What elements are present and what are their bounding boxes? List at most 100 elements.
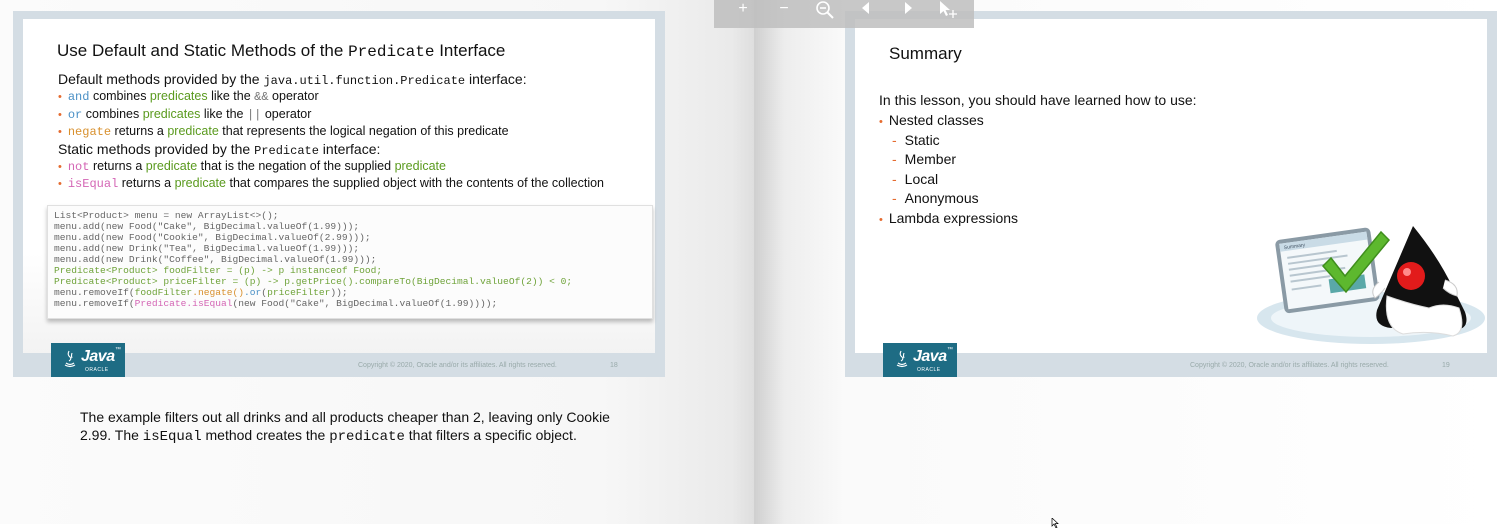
code-line: menu.add(new Drink("Coffee", BigDecimal.… (54, 254, 377, 265)
bullet-dot-icon: • (58, 91, 62, 103)
select-tool-button[interactable] (934, 0, 962, 28)
code-token: priceFilter (267, 287, 331, 298)
trademark: ™ (947, 347, 953, 353)
keyword-predicate: predicate (145, 159, 198, 173)
keyword-predicate: predicate (167, 124, 219, 138)
arrow-right-icon (905, 2, 912, 14)
code-line: List<Product> menu = new ArrayList<>(); (54, 210, 279, 221)
slide-title: Use Default and Static Methods of the Pr… (57, 41, 505, 61)
code-token: foodFilter (134, 287, 193, 298)
keyword: and (67, 90, 90, 104)
slide-number: 18 (610, 362, 618, 369)
mouse-pointer-icon (1051, 518, 1059, 528)
code-listing: List<Product> menu = new ArrayList<>(); … (47, 205, 653, 319)
heading-text: Static methods provided by the (58, 141, 255, 157)
bullet-dot-icon: • (879, 116, 883, 128)
code-line: Predicate<Product> priceFilter = (p) -> … (54, 276, 573, 287)
keyword: not (67, 160, 90, 174)
text: returns a (89, 159, 146, 173)
code-text: menu.removeIf( (54, 287, 135, 298)
zoom-in-button[interactable]: + (729, 0, 757, 28)
operator: || (246, 108, 262, 122)
item-text: Static (904, 132, 940, 148)
summary-item-lambda: • Lambda expressions (879, 210, 1018, 226)
previous-page-button[interactable] (853, 0, 881, 28)
notes-code: predicate (329, 429, 405, 445)
code-token: .or (244, 287, 262, 298)
copyright-text: Copyright © 2020, Oracle and/or its affi… (1190, 362, 1389, 369)
text: combines (82, 107, 143, 121)
summary-subitem: - Member (892, 151, 956, 167)
text: that is the negation of the supplied (197, 159, 395, 173)
notes-code: isEqual (142, 429, 202, 445)
code-line: menu.add(new Drink("Tea", BigDecimal.val… (54, 243, 360, 254)
text: that represents the logical negation of … (218, 124, 509, 138)
heading-code: java.util.function.Predicate (263, 74, 466, 88)
java-wordmark: Java (81, 348, 115, 365)
default-methods-heading: Default methods provided by the java.uti… (58, 71, 527, 88)
slide-18-content: Use Default and Static Methods of the Pr… (23, 19, 655, 353)
heading-text-end: interface: (318, 141, 381, 157)
heading-code: Predicate (254, 144, 319, 158)
title-code: Predicate (348, 43, 435, 61)
keyword: or (67, 108, 83, 122)
notes-text: that filters a specific object. (404, 427, 577, 443)
keyword: negate (67, 125, 112, 139)
dash-icon: - (892, 151, 897, 167)
code-token: Predicate.isEqual (134, 298, 233, 309)
slide-18: Use Default and Static Methods of the Pr… (13, 11, 665, 377)
bullet-or: • or combines predicates like the || oper… (58, 107, 311, 122)
zoom-out-button[interactable]: − (770, 0, 798, 28)
zoom-fit-button[interactable] (811, 0, 839, 28)
java-cup-icon (896, 350, 908, 368)
operator: && (254, 90, 269, 104)
text: returns a (111, 124, 168, 138)
code-line: menu.removeIf(foodFilter.negate().or(pri… (54, 287, 348, 298)
summary-item-nested-classes: • Nested classes (879, 112, 984, 128)
keyword-predicates: predicates (142, 107, 201, 121)
pointer-move-icon (940, 1, 957, 18)
dash-icon: - (892, 190, 897, 206)
heading-text-end: interface: (465, 71, 527, 87)
bullet-dot-icon: • (58, 178, 62, 190)
code-line: menu.add(new Food("Cookie", BigDecimal.v… (54, 232, 371, 243)
java-logo: Java ™ ORACLE (883, 343, 957, 377)
summary-subitem: - Local (892, 171, 938, 187)
slide-number: 19 (1442, 362, 1450, 369)
item-text: Member (904, 151, 957, 167)
viewer-toolbar: + − (714, 0, 974, 28)
copyright-text: Copyright © 2020, Oracle and/or its affi… (358, 362, 557, 369)
next-page-button[interactable] (893, 0, 921, 28)
bullet-not: • not returns a predicate that is the neg… (58, 159, 446, 174)
item-text: Nested classes (888, 112, 984, 128)
duke-checkmark-illustration: Summary (1257, 226, 1485, 344)
code-line: Predicate<Product> foodFilter = (p) -> p… (54, 265, 383, 276)
code-line: menu.removeIf(Predicate.isEqual(new Food… (54, 298, 497, 309)
code-line: menu.add(new Food("Cake", BigDecimal.val… (54, 221, 360, 232)
bullet-dot-icon: • (58, 161, 62, 173)
text: like the (200, 107, 247, 121)
bullet-negate: • negate returns a predicate that represe… (58, 124, 509, 139)
dash-icon: - (892, 132, 897, 148)
java-wordmark: Java (913, 348, 947, 365)
title-text: Use Default and Static Methods of the (57, 41, 349, 60)
summary-intro: In this lesson, you should have learned … (879, 92, 1197, 108)
text: operator (268, 89, 319, 103)
keyword-predicate: predicate (174, 176, 226, 190)
java-logo: Java ™ ORACLE (51, 343, 125, 377)
summary-subitem: - Anonymous (892, 190, 979, 206)
magnifier-minus-icon (816, 1, 834, 19)
text: like the (207, 89, 255, 103)
text: that compares the supplied object with t… (226, 176, 605, 190)
oracle-wordmark: ORACLE (917, 367, 941, 373)
dash-icon: - (892, 171, 897, 187)
bullet-dot-icon: • (58, 126, 62, 138)
arrow-left-icon (862, 2, 869, 14)
text: returns a (118, 176, 175, 190)
summary-subitem: - Static (892, 132, 940, 148)
keyword-predicates: predicates (149, 89, 208, 103)
java-cup-icon (64, 350, 76, 368)
keyword: isEqual (67, 177, 119, 191)
bullet-isequal: • isEqual returns a predicate that compar… (58, 176, 604, 191)
item-text: Lambda expressions (888, 210, 1019, 226)
